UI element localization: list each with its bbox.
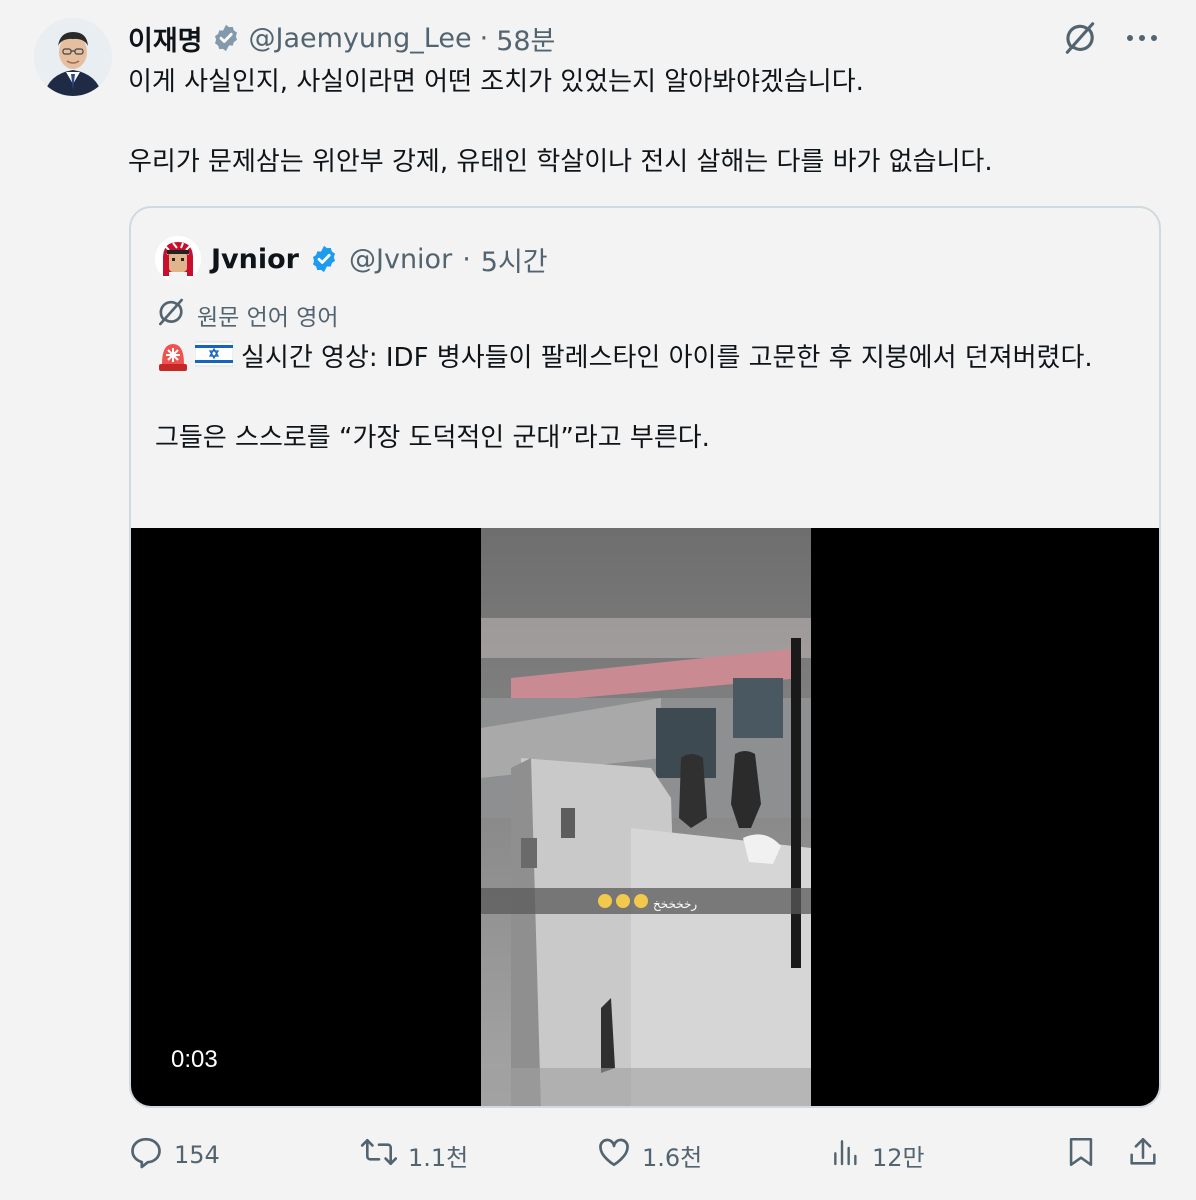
post-header: 이재명 @Jaemyung_Lee · 58분 [128, 19, 555, 58]
siren-emoji-icon [159, 344, 187, 371]
grok-icon[interactable] [1060, 18, 1100, 58]
share-button[interactable] [1126, 1134, 1160, 1176]
video-thumbnail[interactable]: رخخخخخ [481, 528, 811, 1106]
quoted-text-block: 실시간 영상: IDF 병사들이 팔레스타인 아이를 고문한 후 지붕에서 던져… [155, 338, 1145, 458]
post-time[interactable]: 58분 [496, 19, 555, 58]
views-button[interactable]: 12만 [830, 1134, 925, 1176]
emoji-group [155, 340, 233, 372]
author-name[interactable]: 이재명 [128, 19, 203, 58]
bookmark-icon [1064, 1134, 1098, 1176]
quoted-time[interactable]: 5시간 [481, 240, 548, 279]
quoted-post[interactable]: Jvnior @Jvnior · 5시간 원문 언어 영어 실시간 영상: ID… [129, 206, 1161, 1108]
video-duration: 0:03 [171, 1046, 218, 1073]
bookmark-button[interactable] [1064, 1134, 1098, 1176]
action-bar: 154 1.1천 1.6천 12만 [128, 1132, 1168, 1178]
heart-icon [596, 1134, 632, 1176]
verified-blue-badge-icon [309, 244, 339, 274]
views-chart-icon [830, 1134, 862, 1176]
quoted-separator-dot: · [462, 243, 471, 275]
views-count: 12만 [872, 1143, 925, 1172]
quoted-avatar[interactable] [155, 236, 201, 282]
more-options-icon[interactable] [1122, 18, 1162, 58]
post-text: 이게 사실인지, 사실이라면 어떤 조치가 있었는지 알아봐야겠습니다. 우리가… [128, 67, 993, 177]
reply-button[interactable]: 154 [128, 1134, 220, 1176]
verified-gray-badge-icon [211, 23, 241, 53]
translate-icon [155, 296, 187, 334]
video-scene-image: رخخخخخ [481, 528, 811, 1106]
share-icon [1126, 1134, 1160, 1176]
quoted-author-name[interactable]: Jvnior [211, 244, 299, 275]
author-handle[interactable]: @Jaemyung_Lee [249, 23, 472, 54]
quoted-header: Jvnior @Jvnior · 5시간 [155, 236, 548, 282]
video-caption-text: رخخخخخ [653, 897, 697, 912]
repost-button[interactable]: 1.1천 [360, 1134, 468, 1176]
israel-flag-icon [195, 341, 233, 367]
reply-icon [128, 1134, 164, 1176]
repost-count: 1.1천 [408, 1143, 469, 1172]
reply-count: 154 [174, 1141, 220, 1169]
like-button[interactable]: 1.6천 [596, 1134, 702, 1176]
translation-notice: 원문 언어 영어 [155, 296, 339, 334]
like-count: 1.6천 [642, 1143, 703, 1172]
author-avatar-image [34, 18, 112, 96]
video-player[interactable]: رخخخخخ 0:03 [131, 528, 1159, 1106]
post-top-actions [1060, 18, 1162, 58]
quoted-avatar-image [155, 236, 201, 282]
separator-dot: · [479, 22, 489, 54]
quoted-text: 실시간 영상: IDF 병사들이 팔레스타인 아이를 고문한 후 지붕에서 던져… [155, 343, 1093, 453]
author-avatar[interactable] [34, 18, 112, 96]
repost-icon [360, 1134, 398, 1176]
quoted-handle[interactable]: @Jvnior [349, 244, 452, 275]
translation-label: 원문 언어 영어 [197, 305, 339, 331]
